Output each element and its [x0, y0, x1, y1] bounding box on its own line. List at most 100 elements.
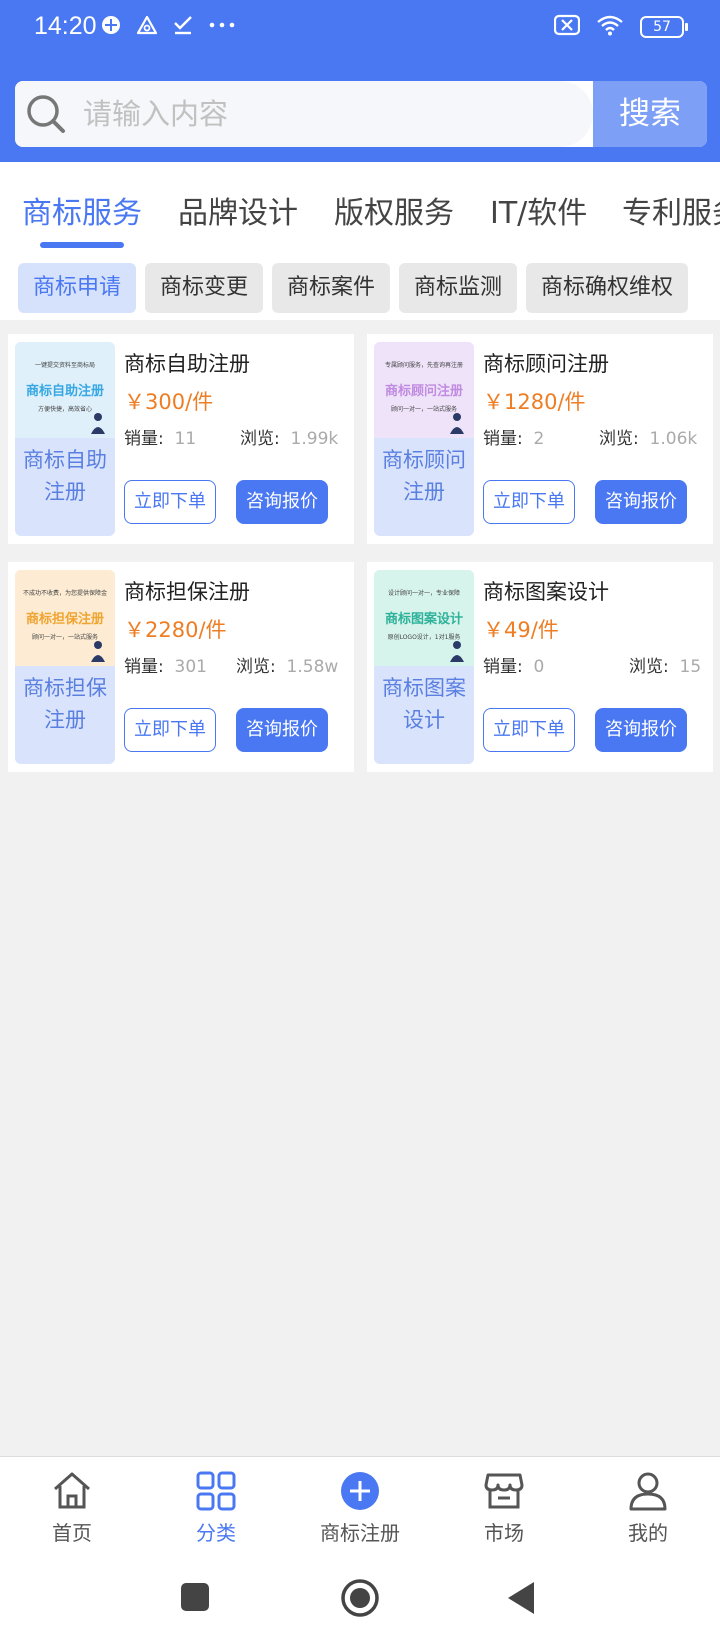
nav-category-label: 分类: [196, 1521, 236, 1545]
subcategory-chips: 商标申请 商标变更 商标案件 商标监测 商标确权维权: [0, 258, 720, 320]
tab-active-indicator: [40, 242, 124, 248]
nav-mine[interactable]: 我的: [576, 1469, 720, 1546]
chip-trademark-case[interactable]: 商标案件: [272, 263, 391, 313]
thumbnail-banner: 设计顾问一对一，专业保障 商标图案设计 原创LOGO设计，1对1服务: [374, 570, 474, 666]
tab-copyright-service[interactable]: 版权服务: [334, 188, 454, 232]
more-dots-icon: [208, 14, 235, 36]
tab-it-software[interactable]: IT/软件: [490, 188, 587, 232]
product-title[interactable]: 商标图案设计: [483, 576, 609, 606]
product-card[interactable]: 一键提交资料至商标局 商标自助注册 方便快捷，高效省心 商标自助注册 商标自助注…: [8, 334, 354, 544]
product-title[interactable]: 商标顾问注册: [483, 348, 609, 378]
nav-trademark-register-label: 商标注册: [320, 1521, 400, 1545]
order-now-button[interactable]: 立即下单: [124, 480, 216, 524]
sales-label: 销量:: [483, 429, 523, 449]
product-card[interactable]: 专属顾问服务，先查询再注册 商标顾问注册 顾问一对一，一站式服务 商标顾问注册 …: [367, 334, 713, 544]
check-icon: [172, 14, 194, 36]
views-label: 浏览:: [236, 657, 276, 677]
sales-count: 11: [174, 429, 197, 449]
app-header: 14:20 57 请输入内容 搜索: [0, 0, 720, 162]
thumbnail-banner: 一键提交资料至商标局 商标自助注册 方便快捷，高效省心: [15, 342, 115, 438]
sales-count: 0: [533, 657, 545, 677]
product-price: ￥1280/件: [483, 390, 586, 414]
views-count: 15: [679, 657, 702, 677]
thumbnail-caption: 商标担保注册: [23, 676, 107, 732]
system-icons: 57: [553, 14, 688, 40]
chip-trademark-rights[interactable]: 商标确权维权: [526, 263, 689, 313]
system-navigation-bar: [0, 1560, 720, 1650]
person-illustration-icon: [450, 413, 464, 434]
nav-home-label: 首页: [52, 1521, 92, 1545]
plus-circle-icon: [341, 1472, 379, 1510]
product-price: ￥300/件: [124, 390, 214, 414]
product-card[interactable]: 不成功不收费，为您提供保障金 商标担保注册 顾问一对一，一站式服务 商标担保注册…: [8, 562, 354, 772]
product-thumbnail[interactable]: 设计顾问一对一，专业保障 商标图案设计 原创LOGO设计，1对1服务 商标图案设…: [374, 570, 474, 764]
grid-icon: [196, 1471, 236, 1511]
back-triangle-icon[interactable]: [506, 1580, 536, 1616]
request-quote-button[interactable]: 咨询报价: [236, 708, 328, 752]
views-label: 浏览:: [629, 657, 669, 677]
product-sales: 销量: 301: [124, 652, 207, 677]
person-illustration-icon: [450, 641, 464, 662]
product-price: ￥2280/件: [124, 618, 227, 642]
product-sales: 销量: 0: [483, 652, 544, 677]
search-field[interactable]: [15, 81, 593, 147]
thumbnail-title: 商标图案设计: [384, 612, 463, 627]
product-thumbnail[interactable]: 不成功不收费，为您提供保障金 商标担保注册 顾问一对一，一站式服务 商标担保注册: [15, 570, 115, 764]
person-illustration-icon: [91, 413, 105, 434]
product-views: 浏览: 1.58w: [236, 652, 338, 677]
nav-market-label: 市场: [484, 1521, 524, 1545]
person-illustration-icon: [91, 641, 105, 662]
notification-icons: [100, 14, 235, 36]
thumbnail-title: 商标自助注册: [25, 384, 104, 399]
product-card[interactable]: 设计顾问一对一，专业保障 商标图案设计 原创LOGO设计，1对1服务 商标图案设…: [367, 562, 713, 772]
product-title[interactable]: 商标自助注册: [124, 348, 250, 378]
sales-label: 销量:: [483, 657, 523, 677]
order-now-button[interactable]: 立即下单: [483, 708, 575, 752]
tab-patent-service[interactable]: 专利服务: [622, 188, 720, 232]
nav-category[interactable]: 分类: [144, 1469, 288, 1546]
sync-icon: [100, 14, 122, 36]
tab-trademark-service[interactable]: 商标服务: [22, 188, 142, 232]
product-title[interactable]: 商标担保注册: [124, 576, 250, 606]
home-icon: [54, 1472, 90, 1509]
chip-trademark-change[interactable]: 商标变更: [145, 263, 264, 313]
drive-icon: [136, 14, 158, 36]
search-button[interactable]: 搜索: [593, 81, 707, 147]
thumbnail-title: 商标顾问注册: [384, 384, 463, 399]
product-views: 浏览: 1.99k: [240, 424, 338, 449]
search-bar: 搜索: [15, 81, 707, 147]
home-circle-icon[interactable]: [340, 1578, 380, 1618]
request-quote-button[interactable]: 咨询报价: [595, 480, 687, 524]
thumbnail-caption: 商标自助注册: [23, 448, 107, 504]
thumbnail-tagline: 不成功不收费，为您提供保障金: [22, 590, 107, 597]
request-quote-button[interactable]: 咨询报价: [236, 480, 328, 524]
nav-home[interactable]: 首页: [0, 1469, 144, 1546]
product-views: 浏览: 1.06k: [599, 424, 697, 449]
order-now-button[interactable]: 立即下单: [124, 708, 216, 752]
search-icon: [27, 95, 65, 133]
sim-off-icon: [553, 14, 581, 40]
product-sales: 销量: 2: [483, 424, 544, 449]
views-label: 浏览:: [599, 429, 639, 449]
views-count: 1.58w: [286, 657, 339, 677]
product-price: ￥49/件: [483, 618, 559, 642]
order-now-button[interactable]: 立即下单: [483, 480, 575, 524]
product-thumbnail[interactable]: 一键提交资料至商标局 商标自助注册 方便快捷，高效省心 商标自助注册: [15, 342, 115, 536]
sales-count: 2: [533, 429, 545, 449]
sales-count: 301: [174, 657, 207, 677]
request-quote-button[interactable]: 咨询报价: [595, 708, 687, 752]
category-tabs: 商标服务 品牌设计 版权服务 IT/软件 专利服务: [0, 162, 720, 258]
search-input[interactable]: [83, 89, 583, 139]
product-thumbnail[interactable]: 专属顾问服务，先查询再注册 商标顾问注册 顾问一对一，一站式服务 商标顾问注册: [374, 342, 474, 536]
product-sales: 销量: 11: [124, 424, 196, 449]
sales-label: 销量:: [124, 657, 164, 677]
tab-brand-design[interactable]: 品牌设计: [178, 188, 298, 232]
nav-trademark-register[interactable]: 商标注册: [288, 1469, 432, 1546]
chip-trademark-apply[interactable]: 商标申请: [18, 263, 137, 313]
sales-label: 销量:: [124, 429, 164, 449]
status-time: 14:20: [34, 12, 97, 40]
recent-apps-icon[interactable]: [180, 1582, 210, 1612]
thumbnail-tagline: 专属顾问服务，先查询再注册: [384, 362, 463, 369]
chip-trademark-monitor[interactable]: 商标监测: [399, 263, 518, 313]
nav-market[interactable]: 市场: [432, 1469, 576, 1546]
